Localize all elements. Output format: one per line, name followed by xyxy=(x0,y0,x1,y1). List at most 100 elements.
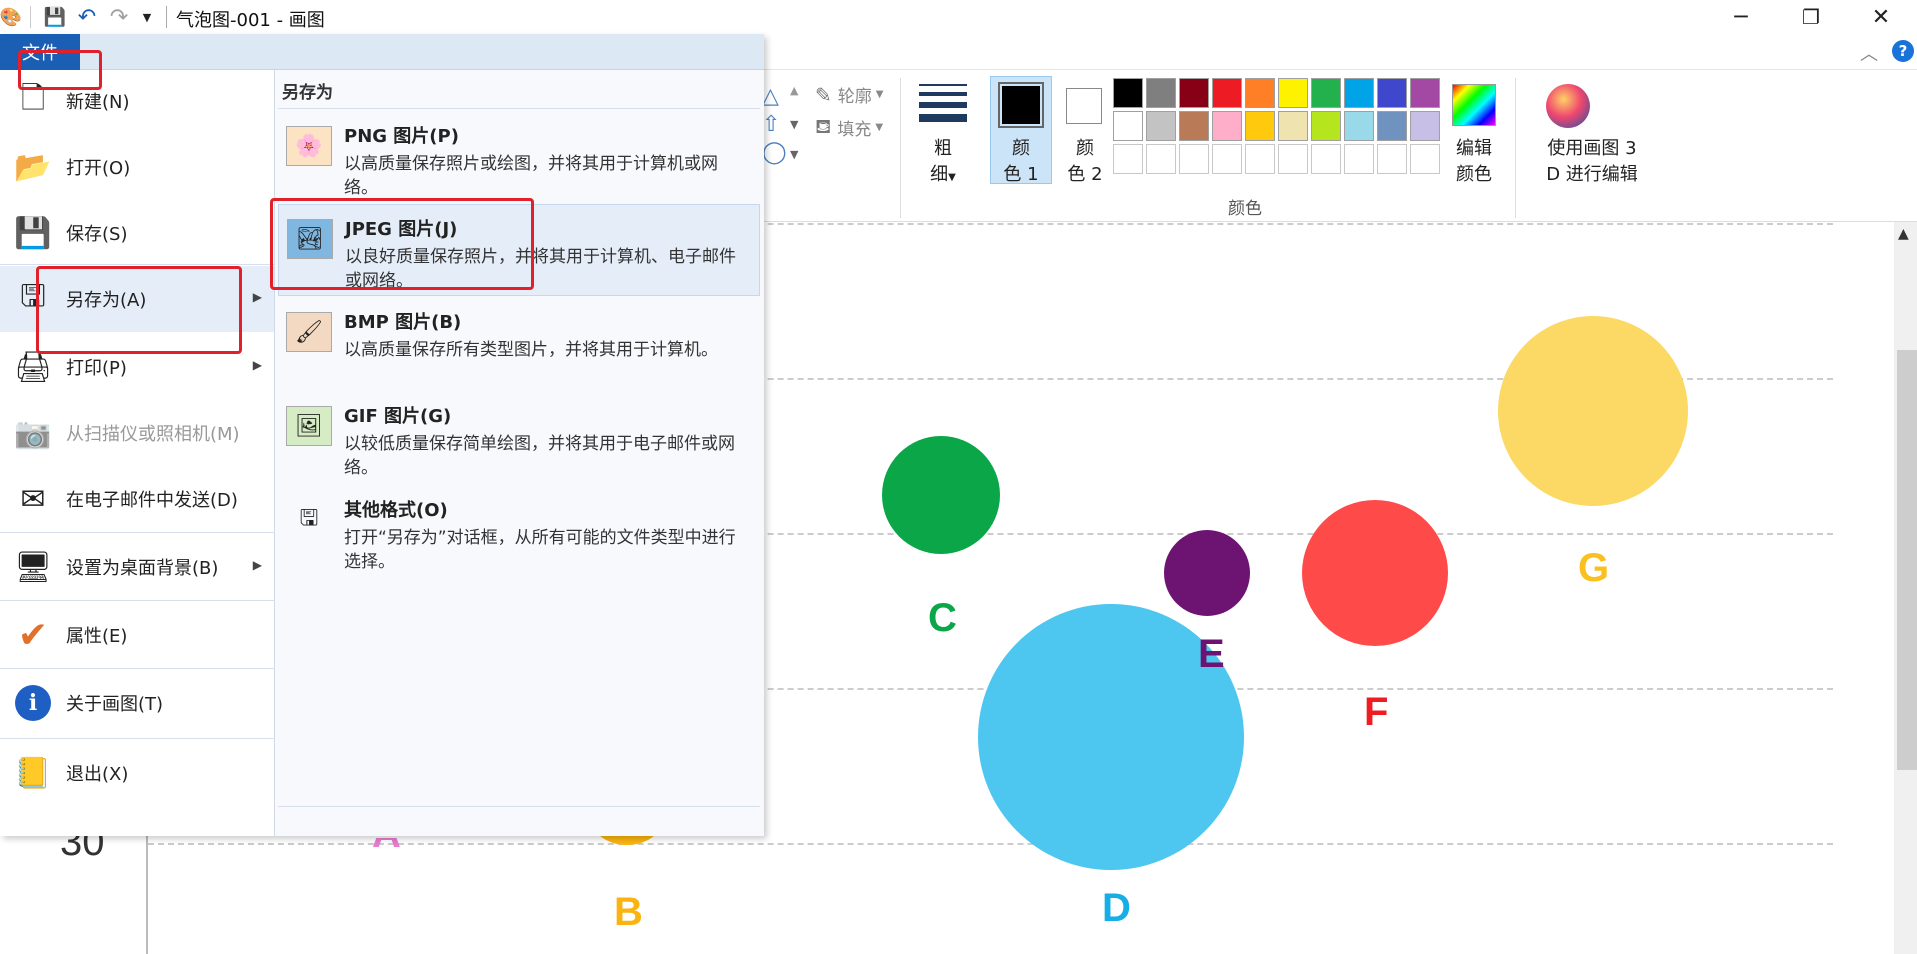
color-swatch[interactable] xyxy=(1344,78,1374,108)
color-swatch[interactable] xyxy=(1146,111,1176,141)
color-swatch[interactable] xyxy=(1311,111,1341,141)
bubble-label-c: C xyxy=(928,596,957,640)
scrollbar-thumb[interactable] xyxy=(1897,350,1917,770)
save-icon[interactable]: 💾 xyxy=(44,6,66,28)
save-as-gif[interactable]: 🖼 GIF 图片(G) 以较低质量保存简单绘图，并将其用于电子邮件或网络。 xyxy=(278,392,760,484)
chevron-down-icon: ▼ xyxy=(875,89,884,100)
color-swatch[interactable] xyxy=(1179,111,1209,141)
close-button[interactable]: ✕ xyxy=(1846,0,1916,34)
bubble-label-g: G xyxy=(1578,546,1610,590)
redo-icon[interactable]: ↷ xyxy=(108,5,130,30)
fill-bucket-icon: ⛾ xyxy=(815,114,832,138)
shapes-scroll-down-icon[interactable]: ▼ xyxy=(790,118,798,131)
shapes-expand-icon[interactable]: ▼ xyxy=(790,148,798,161)
color-swatch[interactable] xyxy=(1377,144,1407,174)
menu-item-label: 在电子邮件中发送(D) xyxy=(66,490,238,511)
color-swatch[interactable] xyxy=(1146,144,1176,174)
menu-item-open[interactable]: 📂 打开(O) xyxy=(0,134,274,200)
save-icon: 💾 xyxy=(14,215,52,251)
color-swatch[interactable] xyxy=(1344,144,1374,174)
color-swatch[interactable] xyxy=(1377,111,1407,141)
menu-item-save[interactable]: 💾 保存(S) xyxy=(0,200,274,266)
edit-colors-label[interactable]: 编辑 xyxy=(1444,134,1504,160)
menu-item-label: 从扫描仪或照相机(M) xyxy=(66,424,240,445)
color-swatch[interactable] xyxy=(1344,111,1374,141)
ribbon-divider xyxy=(1515,78,1516,218)
color-swatch[interactable] xyxy=(1245,144,1275,174)
triangle-shape-icon[interactable]: △ xyxy=(762,84,779,109)
color-swatch[interactable] xyxy=(1212,144,1242,174)
color-swatch[interactable] xyxy=(1113,144,1143,174)
color-swatch[interactable] xyxy=(1146,78,1176,108)
color-swatch[interactable] xyxy=(1410,144,1440,174)
paint3d-label-2[interactable]: D 进行编辑 xyxy=(1522,160,1662,186)
paint3d-icon[interactable] xyxy=(1546,84,1590,128)
bubble-e xyxy=(1164,530,1250,616)
undo-icon[interactable]: ↶ xyxy=(76,5,98,30)
collapse-ribbon-icon[interactable]: ︿ xyxy=(1860,40,1878,66)
fill-button[interactable]: ⛾ 填充 ▼ xyxy=(815,114,883,141)
color-swatch[interactable] xyxy=(1278,111,1308,141)
save-as-other-desc: 打开“另存为”对话框，从所有可能的文件类型中进行选择。 xyxy=(344,528,736,572)
color-swatch[interactable] xyxy=(1377,78,1407,108)
color2-swatch[interactable] xyxy=(1066,88,1102,124)
menu-separator xyxy=(0,668,274,669)
color-swatch[interactable] xyxy=(1278,144,1308,174)
save-as-other[interactable]: 🖫 其他格式(O) 打开“另存为”对话框，从所有可能的文件类型中进行选择。 xyxy=(278,486,760,578)
maximize-button[interactable]: ❐ xyxy=(1776,0,1846,34)
save-as-png[interactable]: 🌸 PNG 图片(P) 以高质量保存照片或绘图，并将其用于计算机或网络。 xyxy=(278,112,760,204)
color-swatch[interactable] xyxy=(1179,144,1209,174)
scroll-up-arrow-icon[interactable]: ▲ xyxy=(1898,226,1909,242)
color2-label-2: 色 2 xyxy=(1067,164,1103,185)
outline-button[interactable]: ✎ 轮廓 ▼ xyxy=(815,82,884,108)
color-swatch[interactable] xyxy=(1245,111,1275,141)
color-swatch[interactable] xyxy=(1311,78,1341,108)
shapes-scroll-up-icon[interactable]: ▲ xyxy=(790,84,798,97)
fill-label: 填充 xyxy=(837,120,872,140)
color-swatch[interactable] xyxy=(1212,78,1242,108)
color-swatch[interactable] xyxy=(1212,111,1242,141)
save-as-bmp-title: BMP 图片(B) xyxy=(344,312,462,333)
color-swatch[interactable] xyxy=(1245,78,1275,108)
open-folder-icon: 📂 xyxy=(14,149,52,185)
color-swatch[interactable] xyxy=(1410,78,1440,108)
color-swatch[interactable] xyxy=(1113,78,1143,108)
submenu-title: 另存为 xyxy=(282,83,333,103)
color-palette xyxy=(1113,78,1440,174)
color-swatch[interactable] xyxy=(1410,111,1440,141)
menu-item-exit[interactable]: 📒 退出(X) xyxy=(0,740,274,806)
save-as-gif-title: GIF 图片(G) xyxy=(344,406,452,427)
save-as-bmp-desc: 以高质量保存所有类型图片，并将其用于计算机。 xyxy=(344,340,718,360)
callout-shape-icon[interactable]: ◯ xyxy=(762,140,787,165)
color-swatch[interactable] xyxy=(1278,78,1308,108)
edit-colors-label-2[interactable]: 颜色 xyxy=(1444,160,1504,186)
submenu-bottom-divider xyxy=(278,806,760,807)
desktop-background-icon: 🖥 xyxy=(13,549,53,585)
menu-item-properties[interactable]: ✔ 属性(E) xyxy=(0,602,274,668)
submenu-arrow-icon: ▶ xyxy=(252,358,262,372)
save-as-png-title: PNG 图片(P) xyxy=(344,126,459,147)
menu-separator xyxy=(0,738,274,739)
chevron-down-icon[interactable]: ▼ xyxy=(136,6,158,28)
bubble-label-d: D xyxy=(1102,886,1131,930)
menu-item-email[interactable]: ✉ 在电子邮件中发送(D) xyxy=(0,466,274,532)
paint3d-label[interactable]: 使用画图 3 xyxy=(1522,134,1662,160)
arrow-shape-icon[interactable]: ⇧ xyxy=(762,112,780,137)
menu-item-label: 关于画图(T) xyxy=(66,694,164,715)
help-icon[interactable]: ? xyxy=(1892,40,1914,62)
annotation-highlight xyxy=(36,266,242,354)
separator xyxy=(166,6,167,28)
color-swatch[interactable] xyxy=(1179,78,1209,108)
menu-item-scanner: 📷 从扫描仪或照相机(M) xyxy=(0,400,274,466)
menu-item-about[interactable]: i 关于画图(T) xyxy=(0,670,274,736)
minimize-button[interactable]: ─ xyxy=(1706,0,1776,34)
color-swatch[interactable] xyxy=(1311,144,1341,174)
paint-app-icon[interactable]: 🎨 xyxy=(0,6,22,28)
bubble-label-b: B xyxy=(614,890,643,934)
save-as-bmp[interactable]: 🖌 BMP 图片(B) 以高质量保存所有类型图片，并将其用于计算机。 xyxy=(278,298,760,390)
menu-item-label: 退出(X) xyxy=(66,764,129,785)
size-button[interactable]: 粗 细▼ xyxy=(912,80,974,186)
menu-item-desktop-background[interactable]: 🖥 设置为桌面背景(B) ▶ xyxy=(0,534,274,600)
edit-colors-icon[interactable] xyxy=(1452,84,1496,126)
color-swatch[interactable] xyxy=(1113,111,1143,141)
